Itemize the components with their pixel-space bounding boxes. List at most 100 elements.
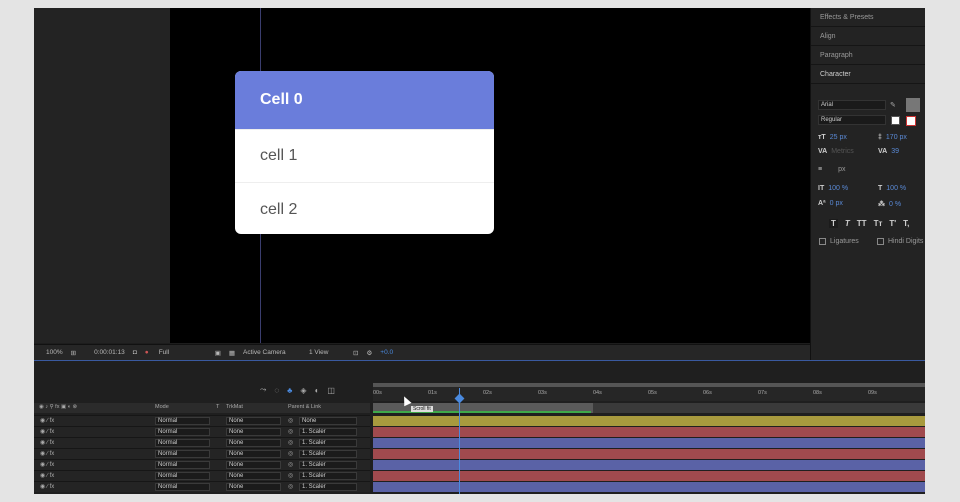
snapshot-icon[interactable]: ◘	[133, 349, 137, 356]
kerning-value[interactable]: Metrics	[831, 148, 854, 155]
layer-row[interactable]: ◉ ∕ fx Normal None ◎ 1. Scaler	[34, 459, 370, 470]
pickwhip-icon[interactable]: ◎	[288, 439, 293, 446]
pickwhip-icon[interactable]: ◎	[288, 483, 293, 490]
layer-mode-dropdown[interactable]: Normal	[155, 450, 210, 458]
pickwhip-icon[interactable]: ◎	[288, 450, 293, 457]
panel-character[interactable]: Character	[811, 65, 925, 84]
pickwhip-icon[interactable]: ◎	[288, 472, 293, 479]
pickwhip-icon[interactable]: ◎	[288, 461, 293, 468]
layer-parent-dropdown[interactable]: 1. Scaler	[299, 450, 357, 458]
layer-duration-bar[interactable]	[373, 416, 925, 426]
layer-duration-bar[interactable]	[373, 427, 925, 437]
shy-layers-icon[interactable]: ♣	[287, 386, 292, 395]
layer-switch-icons[interactable]: ◉ ∕ fx	[40, 439, 54, 446]
layer-trkmat-dropdown[interactable]: None	[226, 461, 281, 469]
time-navigator[interactable]	[373, 383, 925, 387]
layer-trkmat-dropdown[interactable]: None	[226, 483, 281, 491]
layer-parent-dropdown[interactable]: 1. Scaler	[299, 461, 357, 469]
exposure-value[interactable]: +0.0	[380, 349, 393, 356]
hindi-digits-checkbox[interactable]	[877, 238, 884, 245]
layer-parent-dropdown[interactable]: 1. Scaler	[299, 428, 357, 436]
layer-duration-bar[interactable]	[373, 471, 925, 481]
eyedropper-icon[interactable]: ✎	[890, 101, 896, 109]
layer-row[interactable]: ◉ ∕ fx Normal None ◎ 1. Scaler	[34, 470, 370, 481]
superscript-button[interactable]: T'	[889, 219, 896, 228]
layer-duration-bar[interactable]	[373, 482, 925, 492]
layer-mode-dropdown[interactable]: Normal	[155, 483, 210, 491]
view-layout-dropdown[interactable]: 1 View	[309, 349, 345, 356]
layer-trkmat-dropdown[interactable]: None	[226, 428, 281, 436]
cell-list-card[interactable]: Cell 0 cell 1 cell 2	[235, 71, 494, 234]
current-time-indicator[interactable]	[459, 388, 460, 494]
font-style-dropdown[interactable]: Regular	[818, 115, 886, 125]
tsume-value[interactable]: 0 %	[889, 201, 901, 208]
stroke-width-unit[interactable]: px	[838, 166, 845, 173]
transparency-grid-icon[interactable]: ▦	[229, 349, 235, 357]
pickwhip-icon[interactable]: ◎	[288, 428, 293, 435]
reset-exposure-icon[interactable]: ⚙	[366, 349, 372, 357]
color-channel-icon[interactable]: ●	[145, 349, 149, 356]
all-caps-button[interactable]: TT	[857, 219, 867, 228]
layer-row[interactable]: ◉ ∕ fx Normal None ◎ 1. Scaler	[34, 426, 370, 437]
baseline-shift-value[interactable]: 0 px	[830, 200, 843, 207]
layer-switch-icons[interactable]: ◉ ∕ fx	[40, 461, 54, 468]
layer-mode-dropdown[interactable]: Normal	[155, 461, 210, 469]
cell-0[interactable]: Cell 0	[235, 71, 494, 130]
layer-trkmat-dropdown[interactable]: None	[226, 450, 281, 458]
panel-paragraph[interactable]: Paragraph	[811, 46, 925, 65]
layer-mode-dropdown[interactable]: Normal	[155, 439, 210, 447]
layer-duration-bar[interactable]	[373, 438, 925, 448]
layer-trkmat-dropdown[interactable]: None	[226, 472, 281, 480]
layer-parent-dropdown[interactable]: 1. Scaler	[299, 439, 357, 447]
layer-switch-icons[interactable]: ◉ ∕ fx	[40, 483, 54, 490]
cell-2[interactable]: cell 2	[235, 183, 494, 234]
fast-preview-icon[interactable]: ▣	[215, 349, 221, 357]
vertical-scale-value[interactable]: 100 %	[828, 185, 848, 192]
layer-switch-icons[interactable]: ◉ ∕ fx	[40, 472, 54, 479]
layer-switch-icons[interactable]: ◉ ∕ fx	[40, 417, 54, 424]
layer-row[interactable]: ◉ ∕ fx Normal None ◎ 1. Scaler	[34, 481, 370, 492]
faux-italic-button[interactable]: T	[845, 219, 850, 228]
layer-duration-bar[interactable]	[373, 449, 925, 459]
layer-parent-dropdown[interactable]: None	[299, 417, 357, 425]
stroke-none-swatch[interactable]	[906, 116, 916, 126]
layer-mode-dropdown[interactable]: Normal	[155, 417, 210, 425]
cell-1[interactable]: cell 1	[235, 130, 494, 183]
region-icon[interactable]: ⊞	[71, 349, 76, 357]
zoom-dropdown[interactable]: 100%	[46, 349, 63, 356]
pickwhip-icon[interactable]: ◎	[288, 417, 293, 424]
layer-trkmat-dropdown[interactable]: None	[226, 417, 281, 425]
layer-row[interactable]: ◉ ∕ fx Normal None ◎ 1. Scaler	[34, 448, 370, 459]
camera-dropdown[interactable]: Active Camera	[243, 349, 301, 356]
toggle-pixel-icon[interactable]: ⊡	[353, 349, 358, 357]
small-caps-button[interactable]: Tт	[874, 219, 883, 228]
layer-duration-bar[interactable]	[373, 460, 925, 470]
font-family-dropdown[interactable]: Arial	[818, 100, 886, 110]
frame-blend-icon[interactable]: ◈	[300, 386, 306, 395]
chart-icon[interactable]: ◫	[327, 386, 335, 395]
fill-color-swatch[interactable]	[906, 98, 920, 112]
work-area-bar[interactable]	[373, 403, 925, 413]
layer-mode-dropdown[interactable]: Normal	[155, 472, 210, 480]
layer-switch-icons[interactable]: ◉ ∕ fx	[40, 428, 54, 435]
timecode[interactable]: 0:00:01:13	[94, 349, 125, 356]
draft-3d-icon[interactable]: ◌	[274, 386, 279, 395]
layer-parent-dropdown[interactable]: 1. Scaler	[299, 483, 357, 491]
layer-trkmat-dropdown[interactable]: None	[226, 439, 281, 447]
resolution-dropdown[interactable]: Full	[159, 349, 207, 356]
panel-align[interactable]: Align	[811, 27, 925, 46]
graph-editor-icon[interactable]: ⤳	[260, 385, 266, 395]
subscript-button[interactable]: T,	[903, 219, 909, 228]
layer-row[interactable]: ◉ ∕ fx Normal None ◎ 1. Scaler	[34, 437, 370, 448]
layer-parent-dropdown[interactable]: 1. Scaler	[299, 472, 357, 480]
composition-viewer[interactable]: Cell 0 cell 1 cell 2	[170, 8, 810, 343]
white-swatch[interactable]	[891, 116, 900, 125]
layer-row[interactable]: ◉ ∕ fx Normal None ◎ None	[34, 415, 370, 426]
font-size-value[interactable]: 25 px	[830, 134, 847, 141]
tracking-value[interactable]: 39	[891, 148, 899, 155]
horizontal-scale-value[interactable]: 100 %	[886, 185, 906, 192]
panel-effects-presets[interactable]: Effects & Presets	[811, 8, 925, 27]
leading-value[interactable]: 170 px	[886, 134, 907, 141]
layer-mode-dropdown[interactable]: Normal	[155, 428, 210, 436]
faux-bold-button[interactable]: T	[829, 219, 838, 228]
